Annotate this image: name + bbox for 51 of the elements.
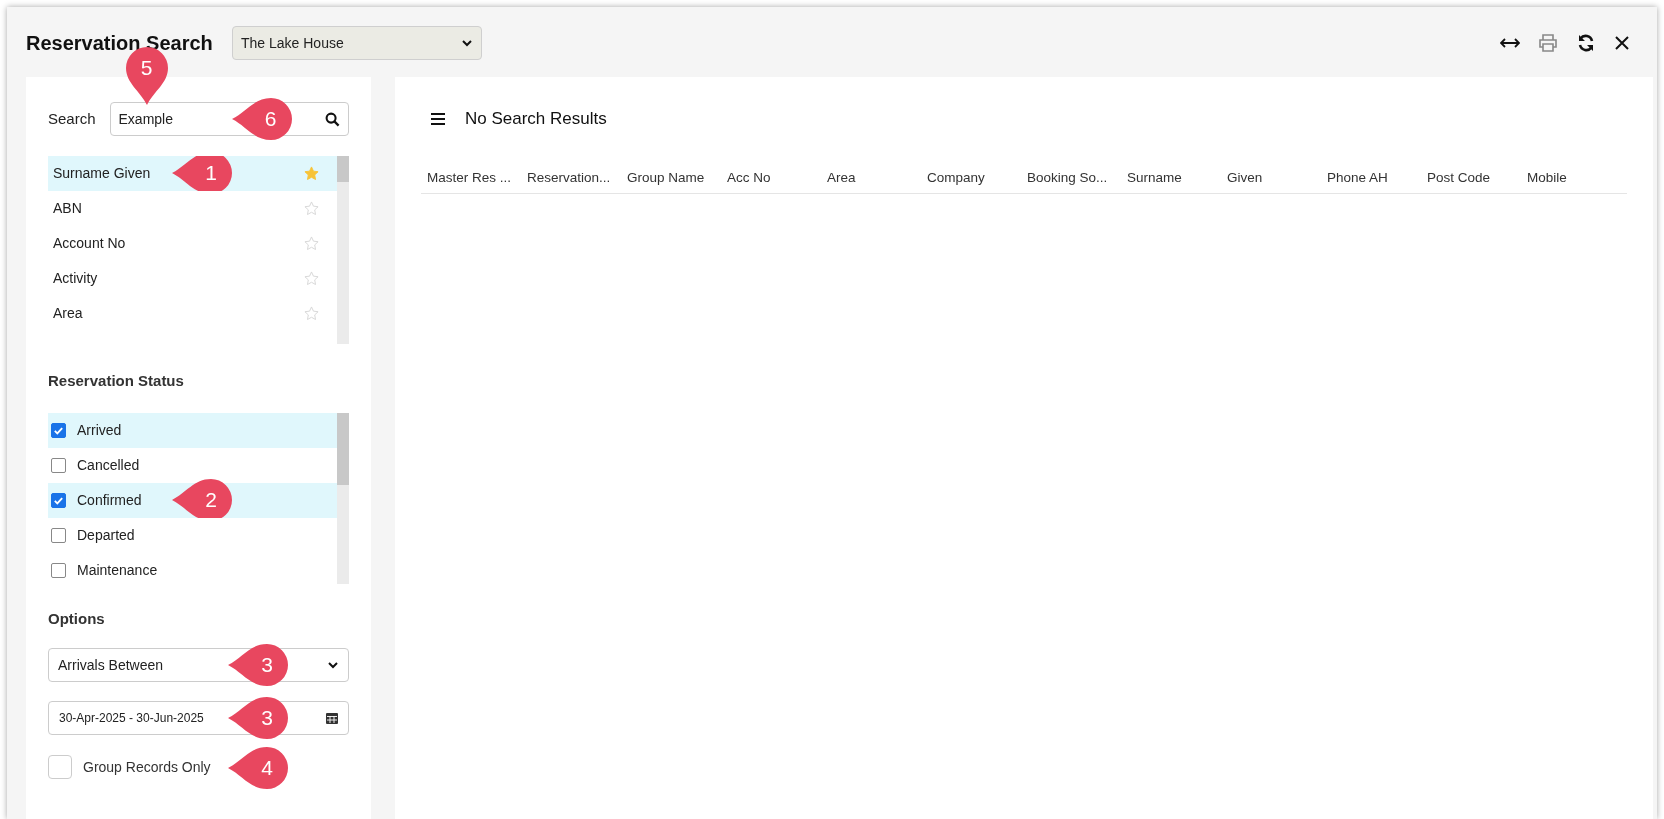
callout-badge: 6 bbox=[231, 98, 292, 140]
checkbox[interactable] bbox=[48, 755, 72, 779]
column-header[interactable]: Master Res ... bbox=[427, 168, 527, 189]
checkbox-label: Arrived bbox=[77, 420, 122, 440]
section-heading: Options bbox=[48, 608, 106, 629]
star-icon[interactable] bbox=[304, 306, 319, 321]
checkbox-label: Cancelled bbox=[77, 455, 140, 475]
results-title: No Search Results bbox=[465, 108, 607, 131]
checkbox-label: Maintenance bbox=[77, 560, 158, 580]
checkbox[interactable] bbox=[51, 492, 66, 508]
star-icon[interactable] bbox=[304, 201, 319, 216]
search-icon[interactable] bbox=[325, 111, 340, 127]
checkbox[interactable] bbox=[51, 527, 66, 543]
checkbox[interactable] bbox=[51, 422, 66, 438]
star-icon[interactable] bbox=[304, 166, 319, 181]
checkbox-label: Group Records Only bbox=[83, 757, 211, 777]
callout-badge: 1 bbox=[172, 156, 232, 194]
callout-badge: 3 bbox=[228, 697, 288, 739]
column-header[interactable]: Reservation... bbox=[527, 168, 627, 189]
refresh-icon[interactable] bbox=[1576, 33, 1596, 53]
menu-icon[interactable] bbox=[431, 113, 445, 125]
checkbox[interactable] bbox=[51, 562, 66, 578]
checkbox[interactable] bbox=[51, 457, 66, 473]
checkbox-label: Departed bbox=[77, 525, 135, 545]
scrollbar[interactable] bbox=[337, 156, 349, 344]
column-header[interactable]: Acc No bbox=[727, 168, 827, 189]
property-select[interactable]: The Lake House bbox=[232, 26, 482, 60]
column-header[interactable]: Booking So... bbox=[1027, 168, 1127, 189]
expand-horizontal-icon[interactable] bbox=[1500, 36, 1520, 50]
column-header[interactable]: Post Code bbox=[1427, 168, 1527, 189]
column-header[interactable]: Group Name bbox=[627, 168, 727, 189]
checkbox-label: Confirmed bbox=[77, 490, 142, 510]
callout-badge: 3 bbox=[228, 644, 288, 686]
search-label: Search bbox=[48, 108, 96, 129]
column-header[interactable]: Company bbox=[927, 168, 1027, 189]
chevron-down-icon bbox=[327, 659, 339, 671]
calendar-icon[interactable] bbox=[326, 712, 338, 724]
star-icon[interactable] bbox=[304, 271, 319, 286]
scrollbar[interactable] bbox=[337, 412, 349, 584]
column-header[interactable]: Surname bbox=[1127, 168, 1227, 189]
column-header[interactable]: Given bbox=[1227, 168, 1327, 189]
column-header[interactable]: Mobile bbox=[1527, 168, 1627, 189]
chevron-down-icon bbox=[461, 37, 473, 49]
callout-badge: 2 bbox=[172, 478, 232, 521]
close-icon[interactable] bbox=[1614, 35, 1630, 51]
print-icon[interactable] bbox=[1538, 33, 1558, 53]
column-header[interactable]: Phone AH bbox=[1327, 168, 1427, 189]
section-heading: Reservation Status bbox=[48, 371, 185, 391]
callout-badge: 4 bbox=[228, 747, 288, 789]
star-icon[interactable] bbox=[304, 236, 319, 251]
column-header[interactable]: Area bbox=[827, 168, 927, 189]
